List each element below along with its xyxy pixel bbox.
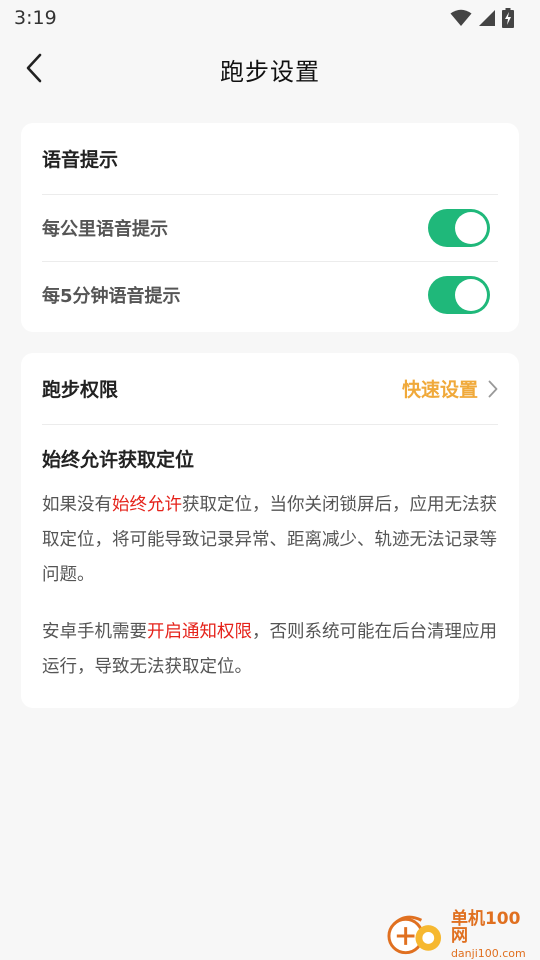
location-explanation-text: 如果没有始终允许获取定位，当你关闭锁屏后，应用无法获取定位，将可能导致记录异常、…	[42, 488, 498, 593]
page-title: 跑步设置	[220, 57, 320, 86]
wifi-icon	[450, 9, 472, 26]
notification-explanation-text: 安卓手机需要开启通知权限，否则系统可能在后台清理应用运行，导致无法获取定位。	[42, 615, 498, 685]
watermark-text: 单机100网 danji100.com	[450, 909, 536, 960]
toggle-knob	[455, 212, 487, 244]
running-permission-card: 跑步权限 快速设置 始终允许获取定位 如果没有始终允许获取定位，当你关闭锁屏后，…	[21, 353, 519, 708]
back-button[interactable]	[14, 48, 54, 88]
watermark-url: danji100.com	[450, 947, 526, 960]
text-segment: 安卓手机需要	[42, 622, 147, 642]
watermark-name: 单机100网	[450, 909, 521, 946]
quick-setup-link[interactable]: 快速设置	[402, 375, 498, 402]
voice-per-5min-row: 每5分钟语音提示	[42, 261, 498, 327]
text-segment: 如果没有	[42, 495, 112, 515]
watermark: 单机100网 danji100.com	[386, 909, 536, 960]
nav-bar: 跑步设置	[0, 36, 540, 102]
battery-charging-icon	[502, 8, 514, 28]
voice-per-km-toggle[interactable]	[428, 209, 490, 247]
watermark-logo-icon	[387, 915, 442, 955]
voice-per-5min-toggle[interactable]	[428, 275, 490, 314]
permission-header: 跑步权限 快速设置	[42, 353, 498, 425]
status-time: 3:19	[14, 7, 57, 29]
status-bar: 3:19	[0, 0, 540, 36]
voice-prompt-title: 语音提示	[42, 149, 119, 171]
always-allow-location-title: 始终允许获取定位	[42, 449, 195, 471]
quick-setup-label: 快速设置	[401, 379, 478, 401]
voice-per-km-row: 每公里语音提示	[42, 195, 498, 261]
chevron-right-icon	[488, 380, 498, 397]
chevron-left-icon	[26, 53, 42, 83]
status-icons	[450, 8, 514, 28]
always-allow-highlight: 始终允许	[112, 495, 182, 515]
cell-signal-icon	[479, 10, 495, 26]
enable-notification-highlight: 开启通知权限	[147, 622, 252, 642]
toggle-knob	[455, 278, 487, 311]
permission-title: 跑步权限	[42, 379, 119, 401]
voice-per-5min-label: 每5分钟语音提示	[42, 285, 181, 307]
voice-prompt-header: 语音提示	[42, 123, 498, 195]
voice-per-km-label: 每公里语音提示	[42, 219, 168, 240]
voice-prompt-card: 语音提示 每公里语音提示 每5分钟语音提示	[21, 123, 519, 332]
